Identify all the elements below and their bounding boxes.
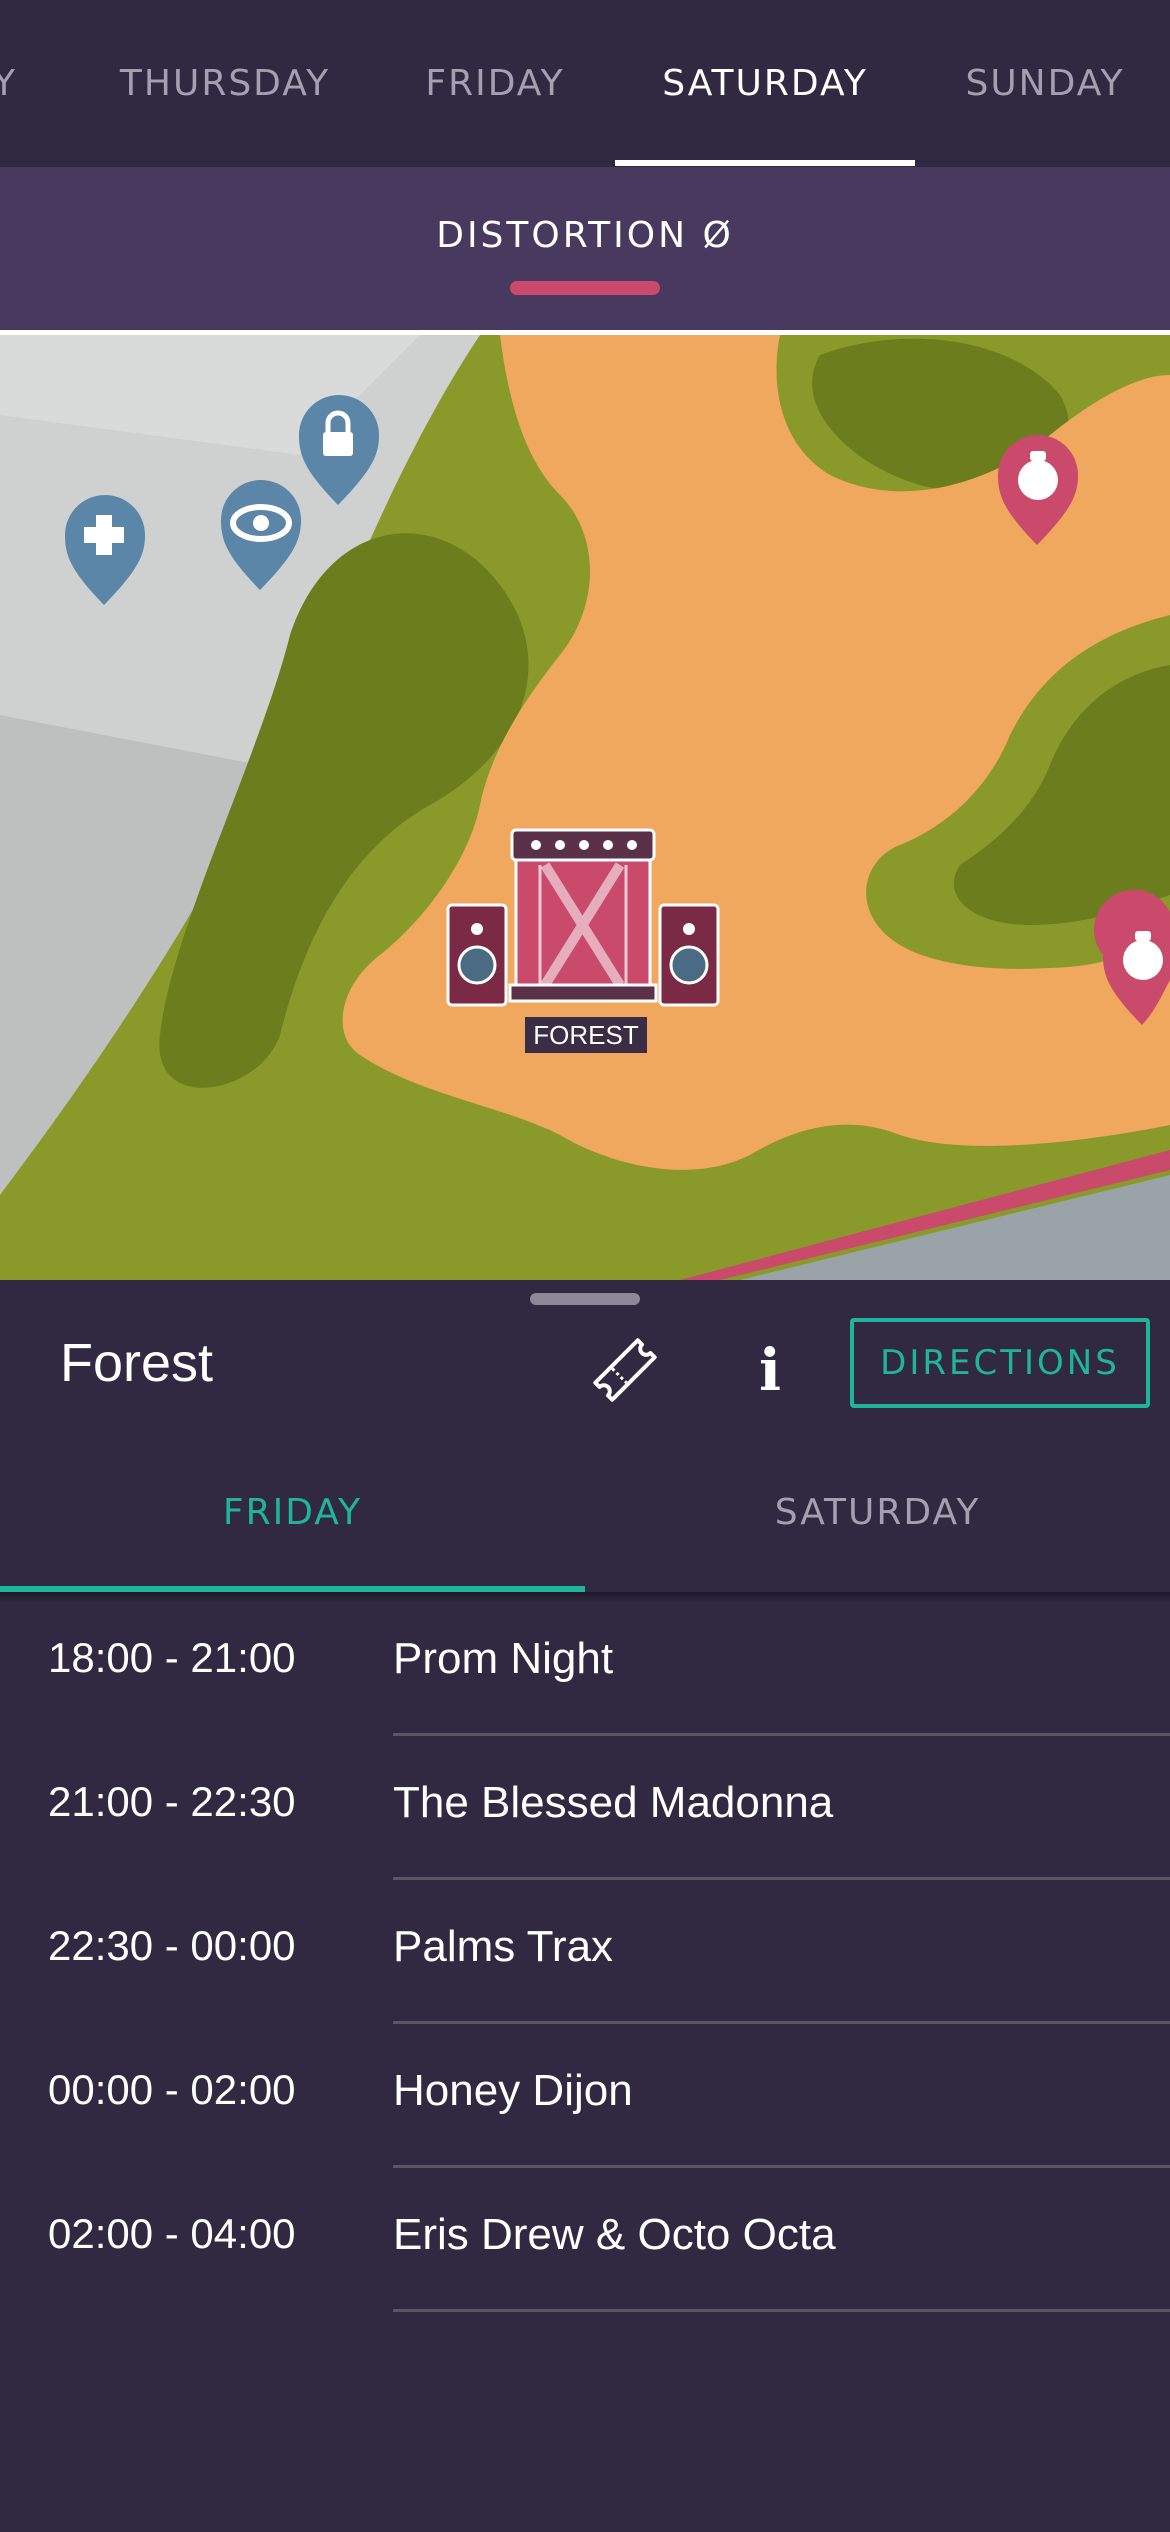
schedule-day-tabs: FRIDAY SATURDAY <box>0 1440 1170 1592</box>
stage-map-label: FOREST <box>525 1017 647 1053</box>
act-name: Honey Dijon <box>393 2066 633 2115</box>
area-tab-distortion[interactable]: DISTORTION Ø <box>0 215 1170 256</box>
day-tab-saturday[interactable]: SATURDAY <box>615 0 915 167</box>
festival-map[interactable] <box>0 335 1170 1280</box>
set-time: 00:00 - 02:00 <box>48 2066 296 2113</box>
set-time: 22:30 - 00:00 <box>48 1922 296 1969</box>
ticket-icon[interactable] <box>585 1330 665 1410</box>
directions-button[interactable]: DIRECTIONS <box>850 1318 1150 1408</box>
day-tab-wednesday[interactable]: Y <box>0 0 30 167</box>
schedule-row[interactable]: 18:00 - 21:00 Prom Night <box>0 1592 1170 1736</box>
schedule-row[interactable]: 22:30 - 00:00 Palms Trax <box>0 1880 1170 2024</box>
schedule-row[interactable]: 21:00 - 22:30 The Blessed Madonna <box>0 1736 1170 1880</box>
selected-day-indicator <box>615 160 915 166</box>
set-time: 02:00 - 04:00 <box>48 2210 296 2257</box>
venue-title: Forest <box>60 1333 214 1393</box>
area-tab-bar: DISTORTION Ø <box>0 167 1170 330</box>
area-tab-indicator <box>510 281 660 295</box>
schedule-row[interactable]: 00:00 - 02:00 Honey Dijon <box>0 2024 1170 2168</box>
schedule-tab-saturday[interactable]: SATURDAY <box>585 1440 1170 1585</box>
schedule-row[interactable]: 02:00 - 04:00 Eris Drew & Octo Octa <box>0 2168 1170 2312</box>
act-name: Palms Trax <box>393 1922 614 1971</box>
day-tab-bar: Y THURSDAY FRIDAY SATURDAY SUNDAY <box>0 0 1170 167</box>
act-name: Eris Drew & Octo Octa <box>393 2210 836 2259</box>
schedule-tab-friday[interactable]: FRIDAY <box>0 1440 585 1585</box>
day-tab-sunday[interactable]: SUNDAY <box>940 0 1150 167</box>
map-canvas <box>0 335 1170 1280</box>
act-name: Prom Night <box>393 1634 614 1683</box>
sheet-drag-handle[interactable] <box>530 1293 640 1305</box>
info-icon[interactable]: i <box>740 1330 800 1410</box>
day-tab-thursday[interactable]: THURSDAY <box>100 0 350 167</box>
day-tab-friday[interactable]: FRIDAY <box>400 0 590 167</box>
act-name: The Blessed Madonna <box>393 1778 834 1827</box>
set-time: 21:00 - 22:30 <box>48 1778 296 1825</box>
set-time: 18:00 - 21:00 <box>48 1634 296 1681</box>
row-divider <box>393 2309 1170 2312</box>
